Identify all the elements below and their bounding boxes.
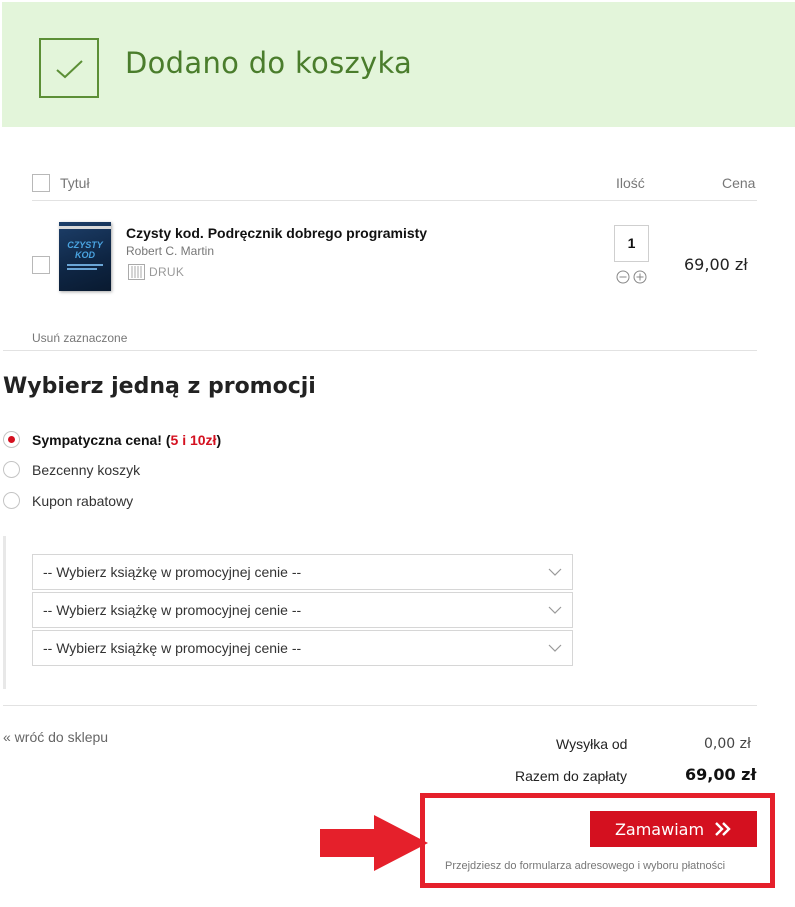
divider: [3, 705, 757, 706]
added-to-cart-banner: Dodano do koszyka: [2, 2, 795, 127]
chevron-down-icon: [548, 606, 562, 614]
minus-circle-icon[interactable]: [616, 270, 630, 284]
column-header-price: Cena: [722, 175, 756, 191]
divider: [3, 350, 757, 351]
promo-label-kupon[interactable]: Kupon rabatowy: [32, 493, 133, 509]
item-price: 69,00 zł: [684, 255, 748, 274]
promo-book-select-3[interactable]: -- Wybierz książkę w promocyjnej cenie -…: [32, 630, 573, 666]
divider: [32, 200, 757, 201]
promo-label-bezcenny[interactable]: Bezcenny koszyk: [32, 462, 140, 478]
promo-title: Wybierz jedną z promocji: [3, 374, 316, 399]
total-label: Razem do zapłaty: [515, 768, 628, 784]
remove-selected-link[interactable]: Usuń zaznaczone: [32, 331, 127, 345]
book-cover-text: CZYSTY KOD: [67, 240, 103, 260]
back-to-shop-link[interactable]: « wróć do sklepu: [3, 729, 108, 745]
book-title-link[interactable]: Czysty kod. Podręcznik dobrego programis…: [126, 225, 427, 241]
chevron-down-icon: [548, 644, 562, 652]
chevron-down-icon: [548, 568, 562, 576]
promo-panel-bar: [3, 536, 6, 689]
promo-radio-kupon[interactable]: [3, 492, 20, 509]
total-value: 69,00 zł: [685, 765, 757, 784]
item-checkbox[interactable]: [32, 256, 50, 274]
column-header-quantity: Ilość: [616, 175, 645, 191]
banner-title: Dodano do koszyka: [125, 46, 413, 80]
promo-radio-sympatyczna[interactable]: [3, 431, 20, 448]
select-all-checkbox[interactable]: [32, 174, 50, 192]
print-book-icon: [128, 264, 145, 280]
book-author: Robert C. Martin: [126, 244, 215, 258]
promo-book-select-1[interactable]: -- Wybierz książkę w promocyjnej cenie -…: [32, 554, 573, 590]
shipping-label: Wysyłka od: [556, 736, 628, 752]
book-cover[interactable]: CZYSTY KOD: [59, 222, 111, 291]
book-format-label: DRUK: [149, 265, 185, 279]
shipping-value: 0,00 zł: [704, 736, 751, 752]
plus-circle-icon[interactable]: [633, 270, 647, 284]
order-button[interactable]: Zamawiam: [590, 811, 757, 847]
promo-book-select-2[interactable]: -- Wybierz książkę w promocyjnej cenie -…: [32, 592, 573, 628]
check-icon: [39, 38, 99, 98]
double-chevron-right-icon: [715, 822, 731, 836]
order-note: Przejdziesz do formularza adresowego i w…: [445, 860, 726, 872]
red-arrow-icon: [320, 815, 428, 871]
column-header-title: Tytuł: [60, 175, 90, 191]
book-format: DRUK: [128, 264, 184, 280]
promo-label-sympatyczna[interactable]: Sympatyczna cena! (5 i 10zł): [32, 432, 221, 448]
quantity-input[interactable]: 1: [614, 225, 649, 262]
promo-radio-bezcenny[interactable]: [3, 461, 20, 478]
